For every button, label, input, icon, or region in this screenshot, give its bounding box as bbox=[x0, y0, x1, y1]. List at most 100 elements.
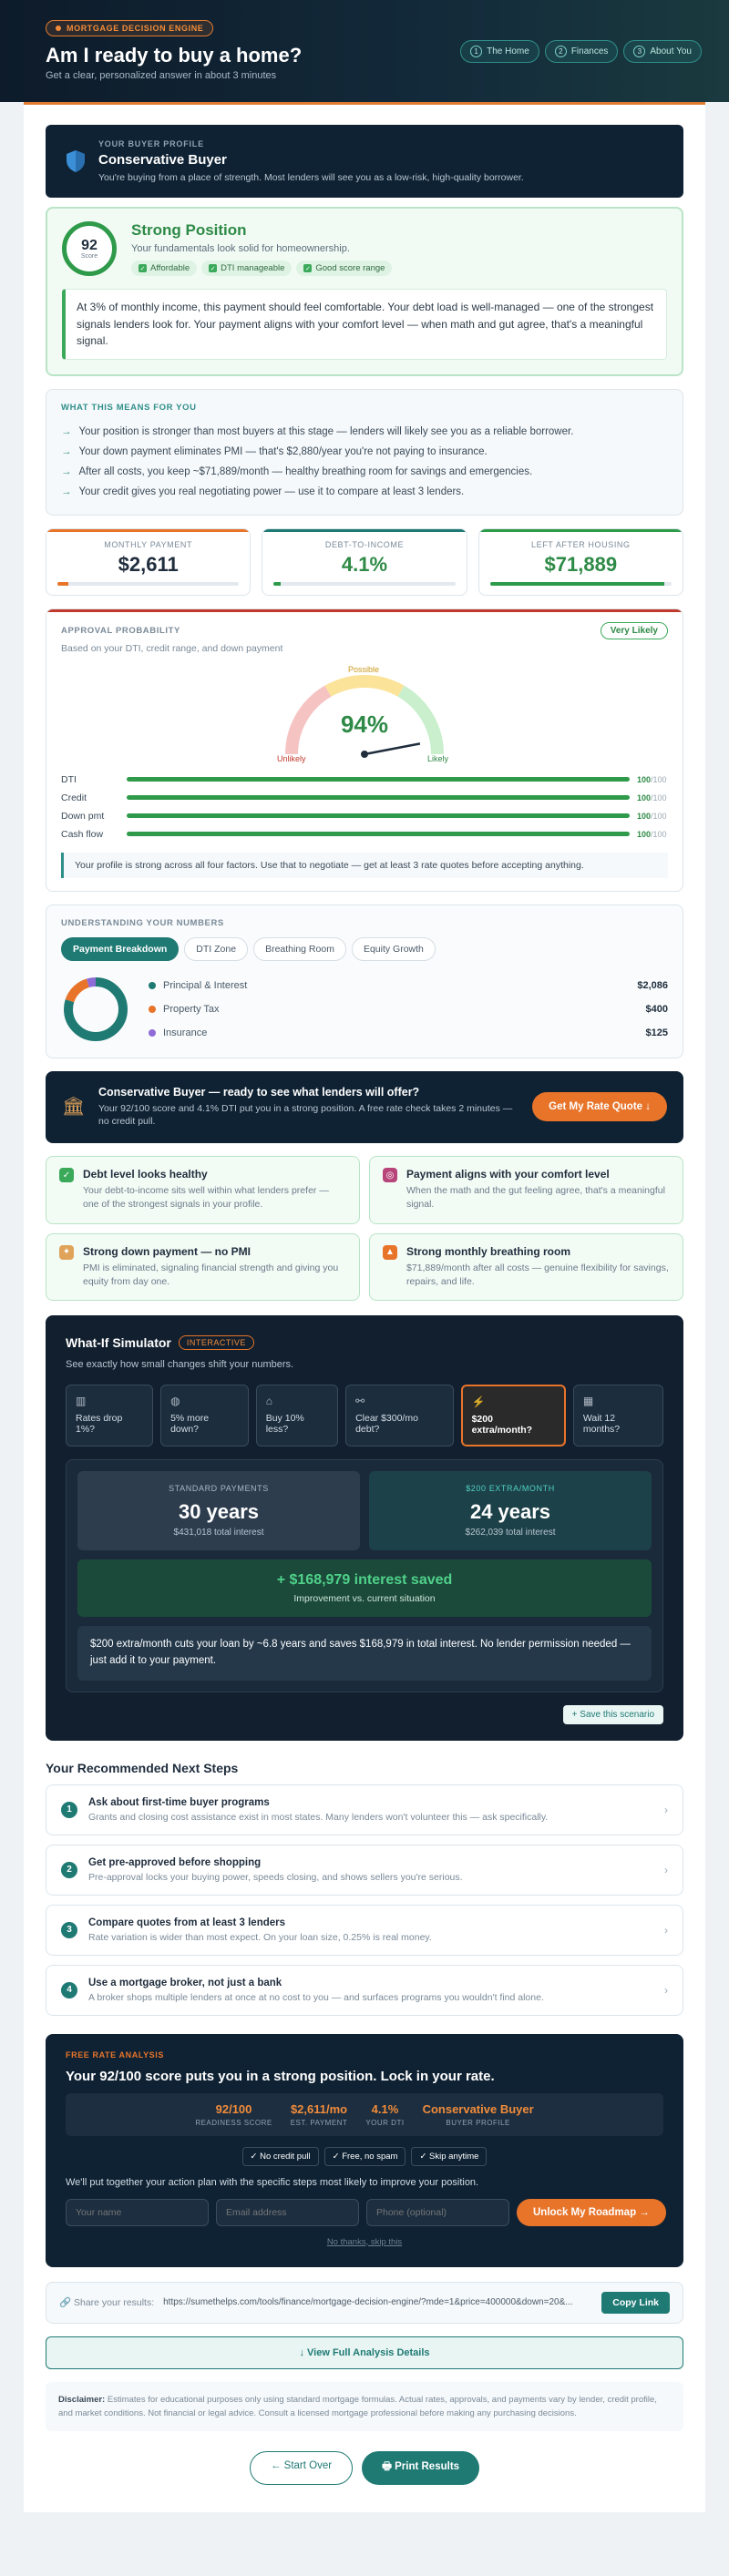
rate-quote-cta: 🏛 Conservative Buyer — ready to see what… bbox=[46, 1070, 683, 1144]
chip: ✓ Free, no spam bbox=[323, 2146, 406, 2166]
stat-dti: DEBT-TO-INCOME 4.1% bbox=[262, 527, 467, 596]
next-step-item[interactable]: 3 Compare quotes from at least 3 lenders R… bbox=[46, 1904, 683, 1956]
factor-row: Down pmt 100/100 bbox=[61, 810, 667, 822]
scenario-more-down[interactable]: ◍ 5% more down? bbox=[160, 1385, 249, 1447]
target-icon: ◎ bbox=[383, 1168, 397, 1183]
approval-note: Your profile is strong across all four f… bbox=[61, 852, 668, 878]
metric: 4.1% YOUR DTI bbox=[365, 2101, 405, 2127]
arrow-icon: → bbox=[61, 465, 72, 477]
next-step-item[interactable]: 2 Get pre-approved before shopping Pre-app… bbox=[46, 1844, 683, 1896]
hero-header: MORTGAGE DECISION ENGINE Am I ready to b… bbox=[0, 0, 729, 102]
unlock-roadmap-button[interactable]: Unlock My Roadmap → bbox=[517, 2198, 666, 2226]
next-step-item[interactable]: 4 Use a mortgage broker, not just a bank A… bbox=[46, 1964, 683, 2016]
scenario-clear-debt[interactable]: ⚯ Clear $300/mo debt? bbox=[345, 1385, 454, 1447]
tag-score: ✓ Good score range bbox=[296, 261, 393, 276]
check-icon: ✓ bbox=[209, 264, 218, 272]
stat-left-after-housing: LEFT AFTER HOUSING $71,889 bbox=[477, 527, 683, 596]
get-rate-quote-button[interactable]: Get My Rate Quote ↓ bbox=[532, 1092, 667, 1122]
chevron-right-icon: › bbox=[664, 1803, 668, 1816]
view-full-analysis-button[interactable]: ↓ View Full Analysis Details bbox=[46, 2336, 683, 2369]
cta-title: Conservative Buyer — ready to see what l… bbox=[98, 1085, 420, 1099]
copy-link-button[interactable]: Copy Link bbox=[601, 2291, 670, 2314]
chart-icon: ▥ bbox=[76, 1395, 87, 1408]
nav-step-about[interactable]: 3 About You bbox=[623, 40, 702, 63]
share-bar: 🔗 Share your results: https://sumethelps… bbox=[46, 2281, 683, 2324]
approval-card: APPROVAL PROBABILITY Very Likely Based o… bbox=[46, 608, 683, 892]
lead-form: Unlock My Roadmap → bbox=[66, 2198, 666, 2226]
skip-link[interactable]: No thanks, skip this bbox=[66, 2237, 663, 2247]
approval-badge: Very Likely bbox=[600, 621, 668, 639]
approval-title: APPROVAL PROBABILITY bbox=[61, 625, 180, 636]
breakdown-list: Principal & Interest $2,086 Property Tax $… bbox=[149, 974, 668, 1045]
stat-monthly-payment: MONTHLY PAYMENT $2,611 bbox=[46, 527, 252, 596]
approval-gauge: 94% Possible Unlikely Likely bbox=[273, 663, 456, 763]
factor-row: Cash flow 100/100 bbox=[61, 828, 667, 840]
arrow-icon: → bbox=[61, 425, 72, 437]
phone-input[interactable] bbox=[366, 2198, 509, 2226]
disclaimer: Disclaimer: Estimates for educational pu… bbox=[46, 2381, 683, 2432]
share-label: 🔗 Share your results: bbox=[59, 2297, 155, 2309]
stat-bar bbox=[489, 581, 672, 586]
check-icon: ✓ bbox=[139, 264, 147, 272]
gauge-needle bbox=[364, 741, 421, 756]
scenario-rates-drop[interactable]: ▥ Rates drop 1%? bbox=[66, 1385, 154, 1447]
scenario-buy-less[interactable]: ⌂ Buy 10% less? bbox=[255, 1385, 339, 1447]
arrow-icon: → bbox=[61, 486, 72, 497]
insight-card: ▲ Strong monthly breathing room $71,889/mo… bbox=[369, 1232, 683, 1302]
bolt-icon: ⚡ bbox=[471, 1395, 486, 1409]
chip: ✓ No credit pull bbox=[241, 2146, 319, 2166]
position-card: 92 Score Strong Position Your fundamenta… bbox=[46, 207, 683, 376]
lead-capture-card: FREE RATE ANALYSIS Your 92/100 score put… bbox=[46, 2033, 683, 2267]
profile-label: YOUR BUYER PROFILE bbox=[98, 139, 204, 148]
results-container: YOUR BUYER PROFILE Conservative Buyer Yo… bbox=[24, 105, 705, 2513]
share-url[interactable]: https://sumethelps.com/tools/finance/mor… bbox=[163, 2297, 592, 2307]
approval-factors: DTI 100/100 Credit 100/100 Down pmt 100/100… bbox=[61, 771, 668, 843]
email-input[interactable] bbox=[216, 2198, 359, 2226]
nav-step-home[interactable]: 1 The Home bbox=[460, 40, 539, 63]
standard-payments-box: STANDARD PAYMENTS 30 years $431,018 tota… bbox=[77, 1471, 360, 1551]
lead-title: Your 92/100 score puts you in a strong p… bbox=[66, 2068, 495, 2084]
calendar-icon: ▦ bbox=[582, 1395, 594, 1408]
name-input[interactable] bbox=[66, 2198, 209, 2226]
nav-step-finances[interactable]: 2 Finances bbox=[544, 40, 619, 63]
next-step-item[interactable]: 1 Ask about first-time buyer programs Gran… bbox=[46, 1784, 683, 1835]
start-over-button[interactable]: ← Start Over bbox=[249, 2451, 354, 2486]
position-quote: At 3% of monthly income, this payment sh… bbox=[62, 289, 667, 360]
shield-icon bbox=[67, 150, 85, 172]
metric: $2,611/mo EST. PAYMENT bbox=[290, 2101, 348, 2127]
scenario-extra-month[interactable]: ⚡ $200 extra/month? bbox=[460, 1385, 566, 1447]
stats-row: MONTHLY PAYMENT $2,611 DEBT-TO-INCOME 4.… bbox=[46, 527, 683, 596]
print-results-button[interactable]: 🖶 Print Results bbox=[362, 2451, 480, 2486]
save-scenario-button[interactable]: + Save this scenario bbox=[562, 1704, 663, 1724]
stat-bar bbox=[57, 581, 240, 586]
scenario-wait[interactable]: ▦ Wait 12 months? bbox=[572, 1385, 663, 1447]
check-icon: ✓ bbox=[303, 264, 313, 272]
insight-card: ✦ Strong down payment — no PMI PMI is elim… bbox=[46, 1232, 360, 1302]
insight-card: ✓ Debt level looks healthy Your debt-to-in… bbox=[46, 1156, 360, 1224]
sim-desc: See exactly how small changes shift your… bbox=[66, 1359, 294, 1371]
lead-chips: ✓ No credit pull ✓ Free, no spam ✓ Skip … bbox=[66, 2146, 663, 2166]
tag-dti: ✓ DTI manageable bbox=[201, 261, 293, 276]
payment-donut-chart bbox=[64, 976, 128, 1041]
tab-dti-zone[interactable]: DTI Zone bbox=[184, 936, 249, 961]
strength-icon: ✦ bbox=[59, 1244, 74, 1260]
scenario-comparison: STANDARD PAYMENTS 30 years $431,018 tota… bbox=[66, 1459, 663, 1692]
gauge-label-possible: Possible bbox=[348, 664, 380, 674]
chip: ✓ Skip anytime bbox=[411, 2146, 488, 2166]
list-item: → Your position is stronger than most buy… bbox=[61, 425, 574, 437]
list-item: → Your credit gives you real negotiating … bbox=[61, 486, 465, 497]
metric: 92/100 READINESS SCORE bbox=[195, 2101, 272, 2127]
factor-row: DTI 100/100 bbox=[61, 773, 667, 785]
means-section: WHAT THIS MEANS FOR YOU → Your position i… bbox=[46, 388, 683, 516]
gauge-label-likely: Likely bbox=[426, 753, 448, 763]
engine-badge: MORTGAGE DECISION ENGINE bbox=[46, 20, 214, 36]
next-steps-title: Your Recommended Next Steps bbox=[46, 1760, 239, 1775]
tab-payment-breakdown[interactable]: Payment Breakdown bbox=[61, 936, 180, 961]
position-desc: Your fundamentals look solid for homeown… bbox=[131, 243, 350, 254]
tab-equity-growth[interactable]: Equity Growth bbox=[351, 936, 436, 961]
tab-breathing-room[interactable]: Breathing Room bbox=[253, 936, 346, 961]
link-icon: 🔗 bbox=[59, 2297, 72, 2309]
means-label: WHAT THIS MEANS FOR YOU bbox=[61, 402, 197, 413]
dot-icon bbox=[56, 26, 61, 31]
profile-title: Conservative Buyer bbox=[98, 152, 227, 168]
